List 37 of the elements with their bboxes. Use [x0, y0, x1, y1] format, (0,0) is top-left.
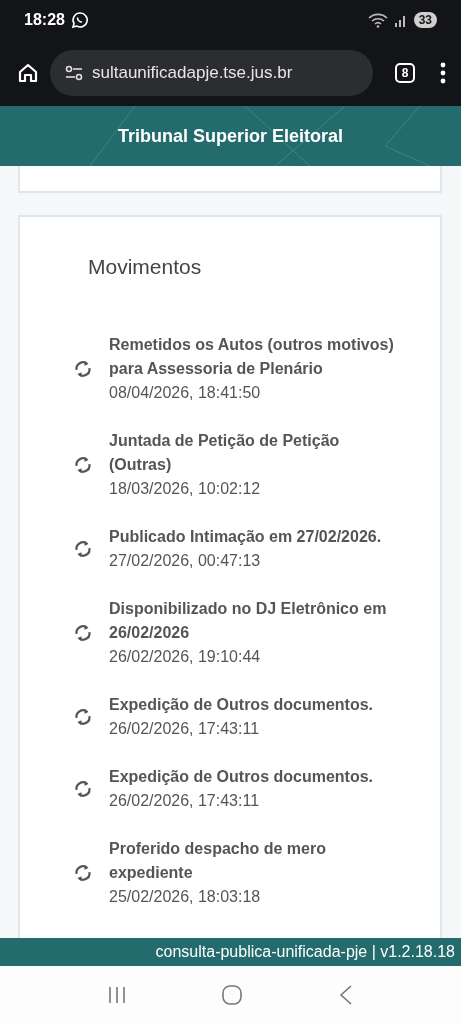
movement-datetime: 08/04/2026, 18:41:50 — [109, 383, 262, 403]
movement-datetime: 18/03/2026, 10:02:12 — [109, 479, 262, 499]
movement-description: Expedição de Outros documentos. — [109, 767, 375, 787]
movement-datetime: 26/02/2026, 17:43:11 — [109, 719, 261, 739]
movement-datetime: 26/02/2026, 19:10:44 — [109, 647, 262, 667]
sync-icon — [72, 358, 94, 380]
battery-level: 33 — [413, 12, 437, 28]
sync-icon — [72, 706, 94, 728]
site-title: Tribunal Superior Eleitoral — [117, 125, 343, 147]
tune-icon[interactable] — [64, 65, 84, 81]
version-text: consulta-publica-unificada-pje | v1.2.18.18 — [155, 943, 455, 961]
movement-description: Juntada de Petição de Petição (Outras) — [109, 431, 341, 475]
sync-icon — [72, 538, 94, 560]
section-title: Movimentos — [88, 255, 203, 279]
home-button-icon[interactable] — [221, 984, 244, 1006]
signal-icon — [393, 13, 408, 27]
sync-icon — [72, 622, 94, 644]
clock-time: 18:28 — [24, 11, 65, 29]
movement-description: Publicado Intimação em 27/02/2026. — [109, 527, 383, 547]
movement-datetime: 25/02/2026, 18:03:18 — [109, 887, 262, 907]
chat-bubble-icon — [70, 11, 89, 29]
movement-datetime: 26/02/2026, 17:43:11 — [109, 791, 261, 811]
home-icon[interactable] — [16, 61, 40, 85]
tab-count-button[interactable]: 8 — [395, 63, 415, 83]
back-icon[interactable] — [337, 984, 354, 1006]
movement-description: Remetidos os Autos (outros motivos) para Assessoria de Plenário — [109, 335, 395, 379]
sync-icon — [72, 778, 94, 800]
menu-icon[interactable] — [439, 62, 447, 84]
recent-apps-icon[interactable] — [107, 985, 128, 1005]
sync-icon — [72, 454, 94, 476]
movement-description: Proferido despacho de mero expediente — [109, 839, 327, 883]
sync-icon — [72, 862, 94, 884]
movement-description: Disponibilizado no DJ Eletrônico em 26/02/2026 — [109, 599, 388, 643]
address-bar[interactable]: sultaunificadapje.tse.jus.br — [50, 50, 373, 96]
movement-datetime: 27/02/2026, 00:47:13 — [109, 551, 262, 571]
wifi-icon — [367, 12, 388, 28]
movement-description: Expedição de Outros documentos. — [109, 695, 375, 715]
